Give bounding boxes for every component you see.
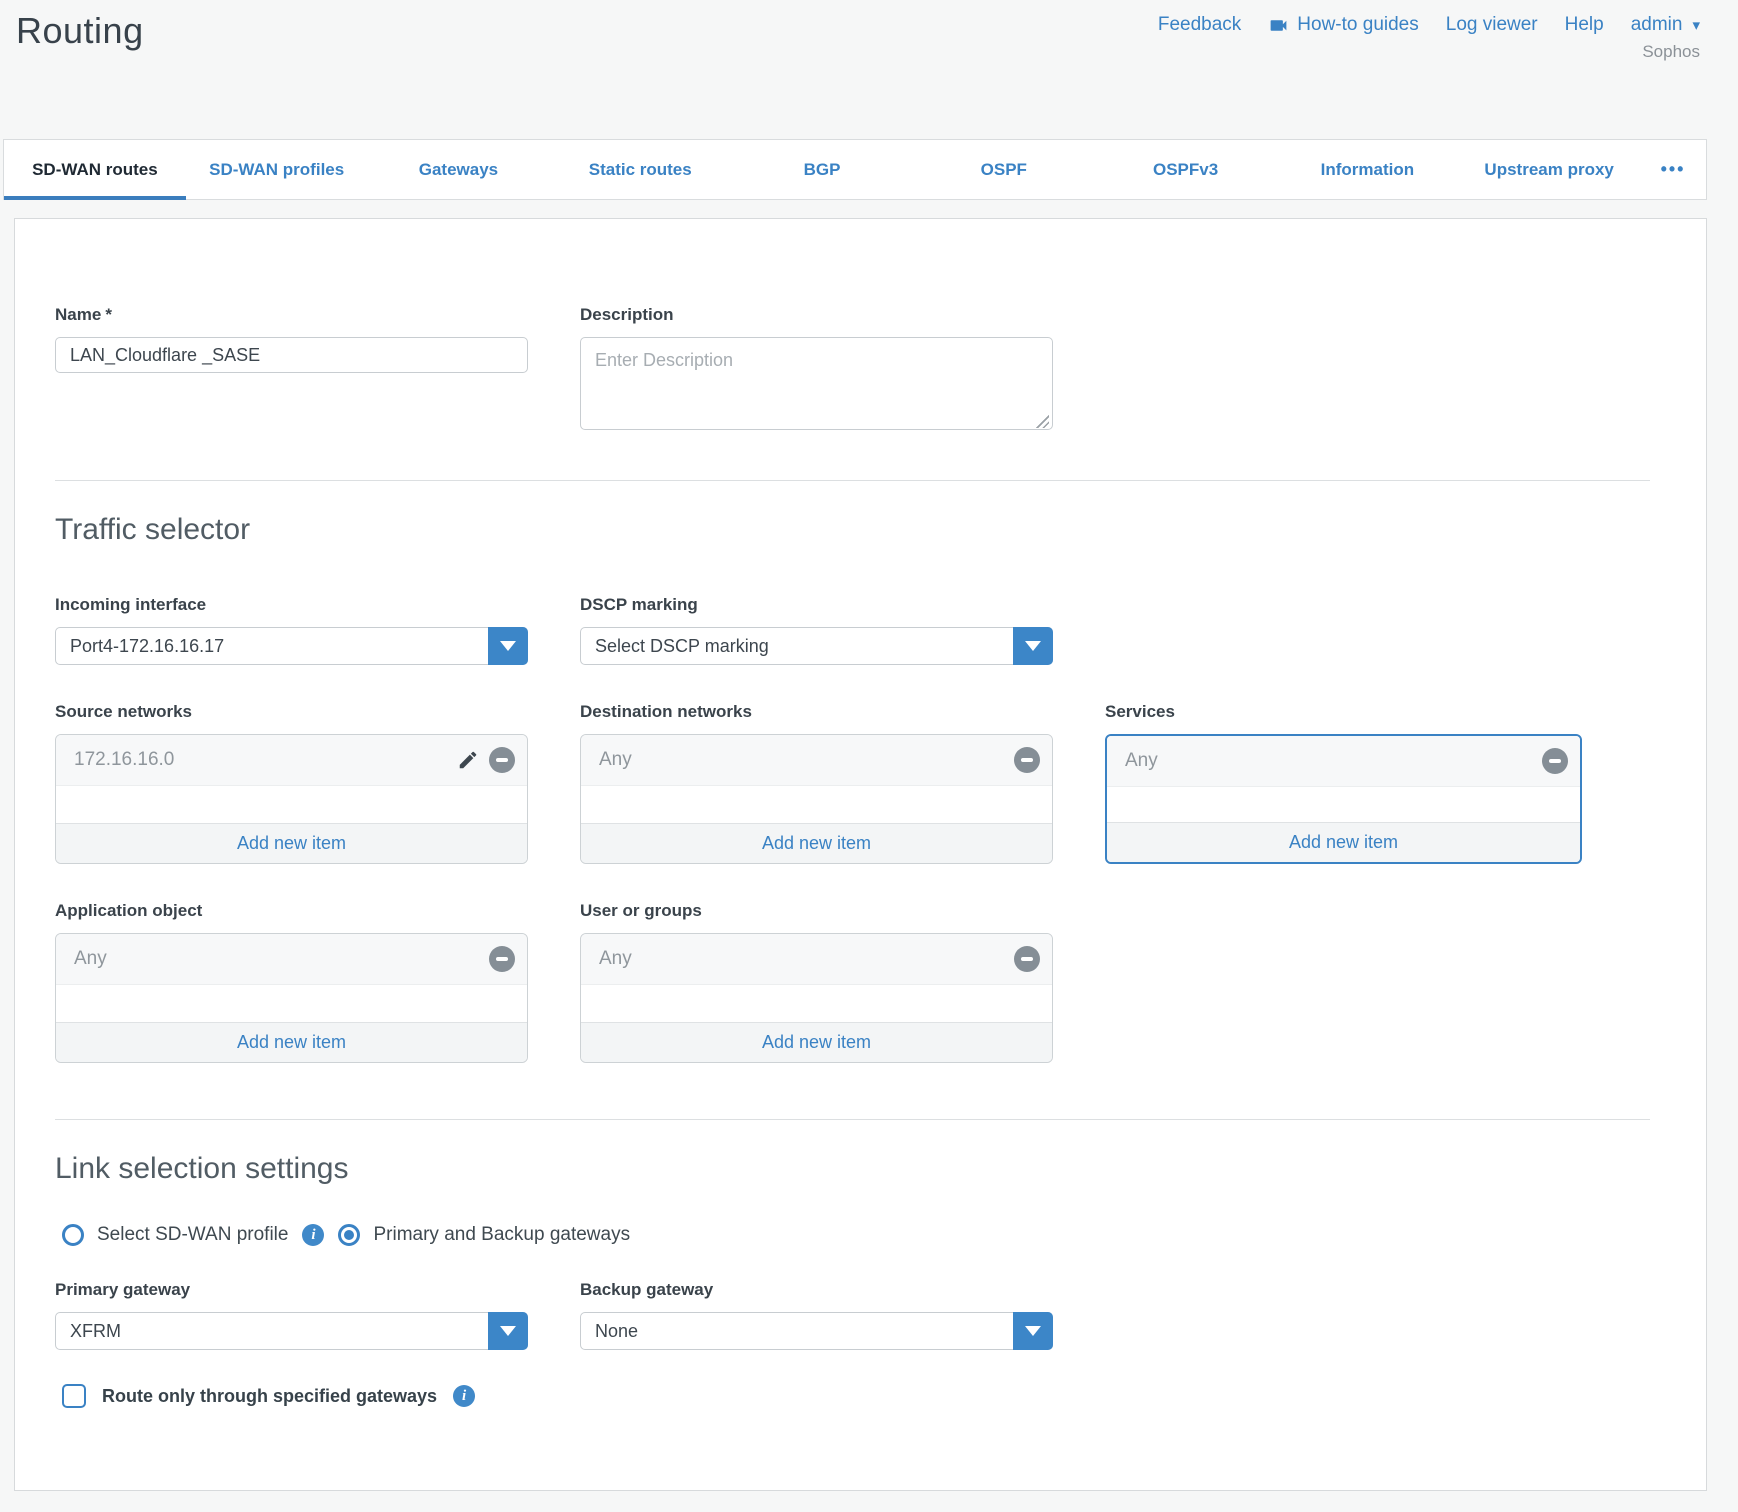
destination-networks-group: Destination networks Any Add new item <box>580 702 1053 864</box>
route-only-label: Route only through specified gateways <box>102 1386 437 1407</box>
brand-label: Sophos <box>1642 42 1700 62</box>
list-item: Any <box>1107 736 1580 787</box>
tab-ospfv3[interactable]: OSPFv3 <box>1095 140 1277 199</box>
caret-down-icon <box>500 1326 516 1336</box>
destination-networks-listbox: Any Add new item <box>580 734 1053 864</box>
destination-networks-add-button[interactable]: Add new item <box>581 823 1052 863</box>
tab-sd-wan-profiles[interactable]: SD-WAN profiles <box>186 140 368 199</box>
page-header: Routing Feedback How-to guides Log viewe… <box>0 0 1738 139</box>
backup-gateway-group: Backup gateway None <box>580 1280 1053 1350</box>
tab-upstream-proxy[interactable]: Upstream proxy <box>1458 140 1640 199</box>
dscp-marking-group: DSCP marking Select DSCP marking <box>580 595 1053 665</box>
application-object-add-button[interactable]: Add new item <box>56 1022 527 1062</box>
services-add-button[interactable]: Add new item <box>1107 822 1580 862</box>
user-or-groups-listbox: Any Add new item <box>580 933 1053 1063</box>
dscp-marking-dropdown-button[interactable] <box>1013 627 1053 665</box>
edit-pencil-icon[interactable] <box>457 749 479 771</box>
dscp-marking-select[interactable]: Select DSCP marking <box>580 627 1053 665</box>
source-networks-listbox: 172.16.16.0 Add new item <box>55 734 528 864</box>
video-camera-icon <box>1268 15 1289 36</box>
route-only-checkbox[interactable] <box>62 1384 86 1408</box>
description-field-group: Description <box>580 305 1053 435</box>
section-divider <box>55 480 1650 481</box>
services-listbox: Any Add new item <box>1105 734 1582 864</box>
list-item: 172.16.16.0 <box>56 735 527 786</box>
link-selection-radio-group: Select SD-WAN profile i Primary and Back… <box>62 1224 1706 1246</box>
tab-bgp[interactable]: BGP <box>731 140 913 199</box>
chevron-down-icon: ▾ <box>1692 16 1700 34</box>
route-only-row: Route only through specified gateways i <box>62 1384 1706 1408</box>
name-label: Name* <box>55 305 528 325</box>
radio-primary-backup-gateways[interactable]: Primary and Backup gateways <box>338 1224 630 1246</box>
primary-gateway-group: Primary gateway XFRM <box>55 1280 528 1350</box>
source-networks-add-button[interactable]: Add new item <box>56 823 527 863</box>
services-label: Services <box>1105 702 1582 722</box>
header-links: Feedback How-to guides Log viewer Help a… <box>1158 14 1700 36</box>
backup-gateway-dropdown-button[interactable] <box>1013 1312 1053 1350</box>
application-object-listbox: Any Add new item <box>55 933 528 1063</box>
radio-unchecked-icon[interactable] <box>62 1224 84 1246</box>
dscp-marking-label: DSCP marking <box>580 595 1053 615</box>
destination-networks-label: Destination networks <box>580 702 1053 722</box>
help-link[interactable]: Help <box>1565 14 1604 36</box>
caret-down-icon <box>500 641 516 651</box>
radio-select-sdwan-profile[interactable]: Select SD-WAN profile <box>62 1224 288 1246</box>
backup-gateway-select[interactable]: None <box>580 1312 1053 1350</box>
user-or-groups-group: User or groups Any Add new item <box>580 901 1053 1063</box>
feedback-link[interactable]: Feedback <box>1158 14 1241 36</box>
tab-information[interactable]: Information <box>1276 140 1458 199</box>
caret-down-icon <box>1025 641 1041 651</box>
section-divider <box>55 1119 1650 1120</box>
primary-gateway-select[interactable]: XFRM <box>55 1312 528 1350</box>
info-icon[interactable]: i <box>453 1385 475 1407</box>
admin-menu[interactable]: admin ▾ <box>1631 14 1700 36</box>
required-mark: * <box>105 305 112 324</box>
services-group: Services Any Add new item <box>1105 702 1582 864</box>
primary-gateway-label: Primary gateway <box>55 1280 528 1300</box>
howto-guides-link[interactable]: How-to guides <box>1268 14 1418 36</box>
remove-item-icon[interactable] <box>489 946 515 972</box>
tab-sd-wan-routes[interactable]: SD-WAN routes <box>4 140 186 199</box>
traffic-selector-heading: Traffic selector <box>55 513 1706 547</box>
name-input[interactable] <box>55 337 528 373</box>
tab-ospf[interactable]: OSPF <box>913 140 1095 199</box>
remove-item-icon[interactable] <box>1014 747 1040 773</box>
name-field-group: Name* <box>55 305 528 435</box>
info-icon[interactable]: i <box>302 1224 324 1246</box>
user-or-groups-add-button[interactable]: Add new item <box>581 1022 1052 1062</box>
log-viewer-link[interactable]: Log viewer <box>1446 14 1538 36</box>
incoming-interface-select[interactable]: Port4-172.16.16.17 <box>55 627 528 665</box>
source-networks-group: Source networks 172.16.16.0 Add new item <box>55 702 528 864</box>
tab-bar: SD-WAN routes SD-WAN profiles Gateways S… <box>3 139 1707 200</box>
source-networks-label: Source networks <box>55 702 528 722</box>
remove-item-icon[interactable] <box>1542 748 1568 774</box>
backup-gateway-label: Backup gateway <box>580 1280 1053 1300</box>
incoming-interface-label: Incoming interface <box>55 595 528 615</box>
description-label: Description <box>580 305 1053 325</box>
page-title: Routing <box>16 10 144 52</box>
user-or-groups-label: User or groups <box>580 901 1053 921</box>
incoming-interface-group: Incoming interface Port4-172.16.16.17 <box>55 595 528 665</box>
content-panel: Name* Description Traffic selector Incom… <box>14 218 1707 1491</box>
tab-gateways[interactable]: Gateways <box>368 140 550 199</box>
caret-down-icon <box>1025 1326 1041 1336</box>
incoming-interface-dropdown-button[interactable] <box>488 627 528 665</box>
application-object-group: Application object Any Add new item <box>55 901 528 1063</box>
description-textarea[interactable] <box>580 337 1053 430</box>
remove-item-icon[interactable] <box>489 747 515 773</box>
ellipsis-icon: ••• <box>1661 159 1686 180</box>
link-selection-heading: Link selection settings <box>55 1152 1706 1186</box>
more-tabs-button[interactable]: ••• <box>1640 140 1706 199</box>
application-object-label: Application object <box>55 901 528 921</box>
tab-static-routes[interactable]: Static routes <box>549 140 731 199</box>
list-item: Any <box>581 934 1052 985</box>
radio-checked-icon[interactable] <box>338 1224 360 1246</box>
list-item: Any <box>56 934 527 985</box>
primary-gateway-dropdown-button[interactable] <box>488 1312 528 1350</box>
list-item: Any <box>581 735 1052 786</box>
remove-item-icon[interactable] <box>1014 946 1040 972</box>
